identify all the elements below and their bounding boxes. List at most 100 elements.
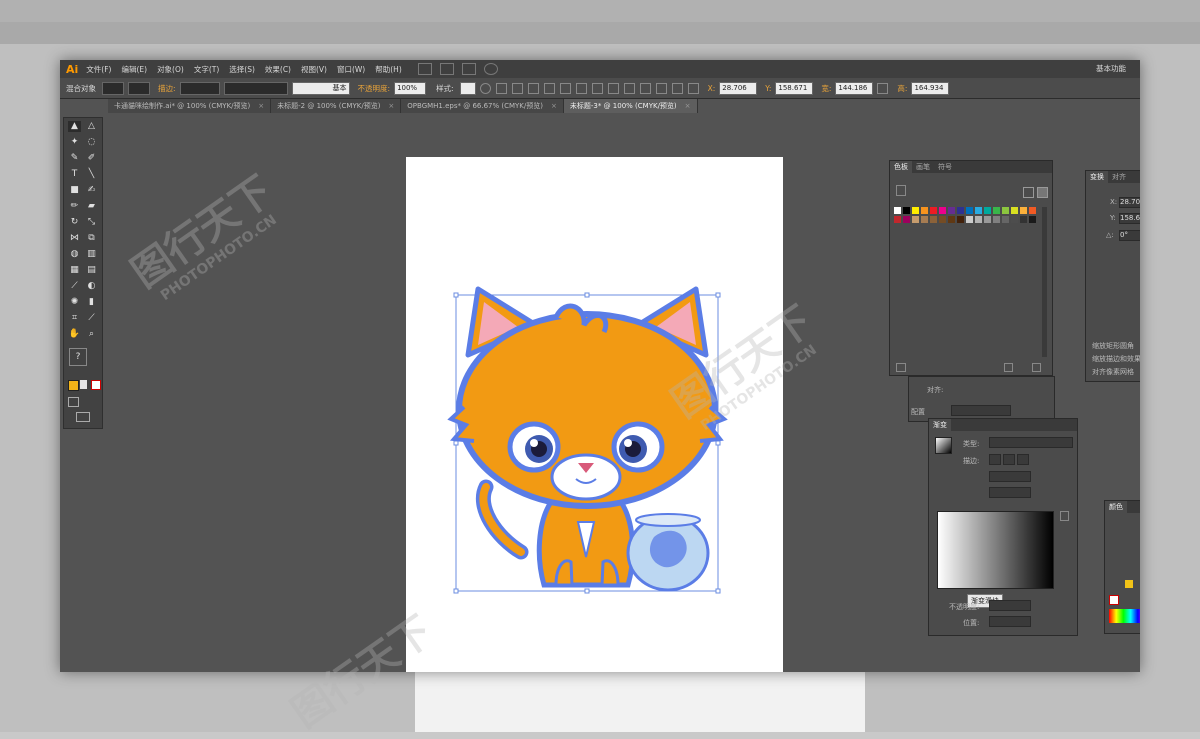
paintbrush-tool-icon[interactable]: ✍ — [85, 185, 98, 196]
gradient-type-dropdown[interactable] — [989, 437, 1073, 448]
graph-tool-icon[interactable]: ▥ — [85, 249, 98, 260]
tab-document-4[interactable]: 未标题-3* @ 100% (CMYK/预览) × — [563, 99, 698, 113]
gpu-icon[interactable] — [483, 63, 498, 75]
color-swatch[interactable] — [1002, 216, 1009, 223]
screen-mode-icon[interactable] — [76, 412, 90, 422]
option-scale-strokes[interactable]: 缩放描边和效果 — [1092, 354, 1140, 364]
artboard[interactable] — [406, 157, 783, 672]
direct-selection-tool-icon[interactable]: △ — [85, 121, 98, 132]
color-swatch[interactable] — [993, 216, 1000, 223]
column-graph-tool-icon[interactable]: ▮ — [85, 297, 98, 308]
stroke-dropdown[interactable] — [128, 81, 150, 95]
color-swatch[interactable] — [1020, 216, 1027, 223]
color-swatch[interactable] — [903, 207, 910, 214]
fill-dropdown[interactable] — [102, 81, 124, 95]
transform-y-input[interactable]: 158.6 — [1119, 213, 1140, 224]
align-icon-3[interactable] — [527, 82, 539, 94]
tab-align[interactable]: 对齐 — [1108, 171, 1130, 183]
eyedropper-tool-icon[interactable]: ⟋ — [68, 281, 81, 292]
tab-brushes[interactable]: 画笔 — [912, 161, 934, 173]
variable-width-dropdown[interactable] — [223, 81, 288, 95]
color-swatch[interactable] — [1011, 207, 1018, 214]
stroke-color-swatch-icon[interactable] — [80, 380, 87, 389]
stroke-gradient-option-3[interactable] — [1017, 454, 1029, 465]
option-scale-corners[interactable]: 缩放矩形圆角 — [1092, 341, 1134, 351]
color-spectrum[interactable] — [1109, 609, 1140, 623]
distribute-icon-4[interactable] — [639, 82, 651, 94]
menu-select[interactable]: 选择(S) — [229, 64, 255, 75]
swatch-kinds-icon[interactable] — [896, 185, 906, 196]
color-swatch[interactable] — [1020, 207, 1027, 214]
tab-close-icon[interactable]: × — [685, 102, 691, 110]
distribute-icon-1[interactable] — [591, 82, 603, 94]
reference-point-icon[interactable] — [687, 82, 699, 94]
stroke-gradient-option-2[interactable] — [1003, 454, 1015, 465]
constrain-proportions-icon[interactable] — [877, 82, 889, 94]
rectangle-tool-icon[interactable]: ■ — [68, 185, 81, 196]
eraser-tool-icon[interactable]: ▰ — [85, 201, 98, 212]
distribute-icon-3[interactable] — [623, 82, 635, 94]
tab-document-1[interactable]: 卡通貓咪绘制作.ai* @ 100% (CMYK/预览) × — [108, 99, 272, 113]
magic-wand-tool-icon[interactable]: ✦ — [68, 137, 81, 148]
recolor-icon[interactable] — [479, 82, 491, 94]
width-input[interactable]: 144.186 — [835, 81, 874, 95]
delete-stop-icon[interactable] — [1060, 511, 1069, 521]
color-swatch[interactable] — [993, 207, 1000, 214]
tab-swatches[interactable]: 色板 — [890, 161, 912, 173]
align-icon-6[interactable] — [575, 82, 587, 94]
color-swatch[interactable] — [1002, 207, 1009, 214]
delete-swatch-icon[interactable] — [1032, 363, 1041, 372]
slice-tool-icon[interactable]: ⟋ — [85, 313, 98, 324]
gradient-location-input[interactable] — [989, 616, 1031, 627]
mesh-tool-icon[interactable]: ▦ — [68, 265, 81, 276]
tab-close-icon[interactable]: × — [388, 102, 394, 110]
align-icon-4[interactable] — [543, 82, 555, 94]
type-tool-icon[interactable]: T — [68, 169, 81, 180]
color-swatch[interactable] — [975, 216, 982, 223]
color-swatch[interactable] — [984, 207, 991, 214]
new-swatch-icon[interactable] — [1004, 363, 1013, 372]
tab-gradient[interactable]: 渐变 — [929, 419, 951, 431]
color-swatch[interactable] — [930, 207, 937, 214]
tab-symbols[interactable]: 符号 — [934, 161, 956, 173]
line-tool-icon[interactable]: ╲ — [85, 169, 98, 180]
distribute-icon-2[interactable] — [607, 82, 619, 94]
color-none-icon[interactable] — [1109, 595, 1119, 605]
symbol-sprayer-tool-icon[interactable]: ✺ — [68, 297, 81, 308]
curvature-tool-icon[interactable]: ✐ — [85, 153, 98, 164]
menu-help[interactable]: 帮助(H) — [375, 64, 402, 75]
menu-view[interactable]: 视图(V) — [301, 64, 327, 75]
color-swatch[interactable] — [957, 216, 964, 223]
color-swatch[interactable] — [939, 207, 946, 214]
selection-tool-icon[interactable]: ▲ — [68, 121, 81, 132]
color-swatch[interactable] — [921, 207, 928, 214]
tab-close-icon[interactable]: × — [258, 102, 264, 110]
color-fill-icon[interactable] — [1125, 580, 1133, 588]
tab-document-3[interactable]: OPBGMH1.eps* @ 66.67% (CMYK/预览) × — [401, 99, 564, 113]
transform-x-input[interactable]: 28.70 — [1119, 197, 1140, 208]
align-icon-5[interactable] — [559, 82, 571, 94]
x-input[interactable]: 28.706 — [719, 81, 758, 95]
stock-icon[interactable] — [439, 63, 454, 75]
tab-color[interactable]: 颜色 — [1105, 501, 1127, 513]
color-swatch[interactable] — [1029, 207, 1036, 214]
gradient-tool-icon[interactable]: ▤ — [85, 265, 98, 276]
pencil-tool-icon[interactable]: ✏ — [68, 201, 81, 212]
zoom-tool-icon[interactable]: ⌕ — [85, 329, 98, 340]
gradient-preview-swatch[interactable] — [935, 437, 952, 454]
gradient-aspect-input[interactable] — [989, 487, 1031, 498]
lasso-tool-icon[interactable]: ◌ — [85, 137, 98, 148]
option-align-pixel-grid[interactable]: 对齐像素网格 — [1092, 367, 1134, 377]
transform-angle-input[interactable]: 0° — [1119, 230, 1140, 241]
rotate-tool-icon[interactable]: ↻ — [68, 217, 81, 228]
stroke-style-dropdown[interactable]: 基本 — [291, 81, 350, 95]
swatches-scrollbar[interactable] — [1042, 207, 1047, 357]
color-swatch[interactable] — [894, 207, 901, 214]
menu-file[interactable]: 文件(F) — [86, 64, 111, 75]
free-transform-tool-icon[interactable]: ⧉ — [85, 233, 98, 244]
menu-edit[interactable]: 编辑(E) — [121, 64, 147, 75]
color-swatch[interactable] — [966, 207, 973, 214]
shape-builder-tool-icon[interactable]: ◍ — [68, 249, 81, 260]
arrange-documents-icon[interactable] — [461, 63, 476, 75]
drawing-mode-icon[interactable] — [68, 397, 79, 407]
